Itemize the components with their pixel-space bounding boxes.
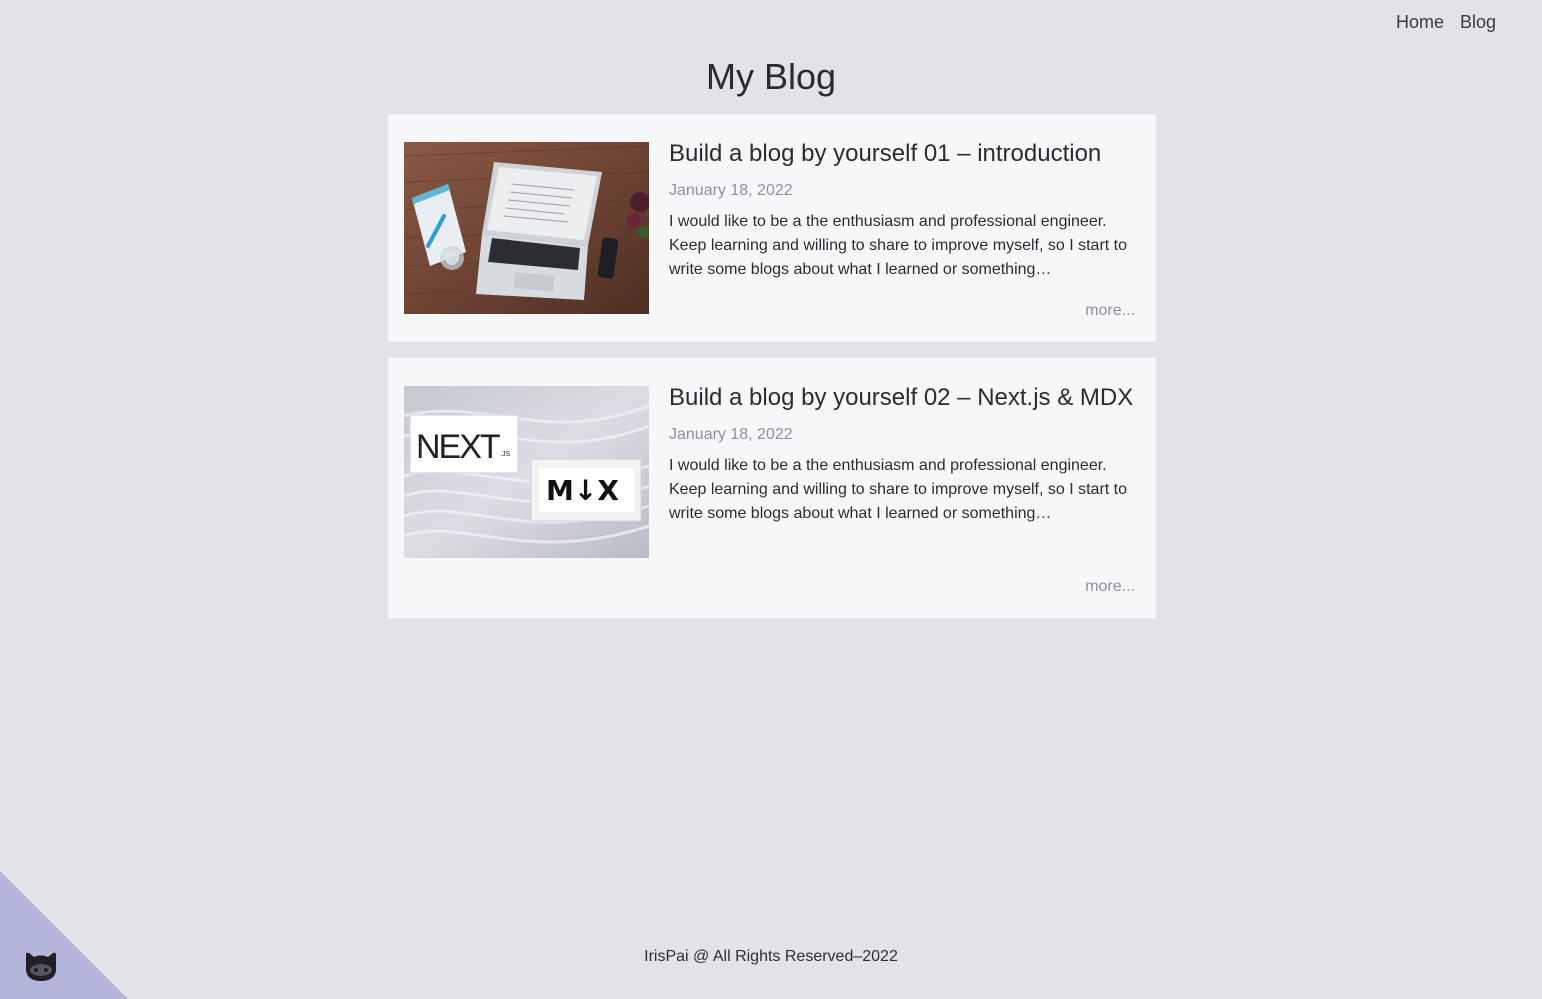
post-date: January 18, 2022 [669,182,793,199]
post-title[interactable]: Build a blog by yourself 01 – introducti… [669,138,1137,170]
post-body: Build a blog by yourself 01 – introducti… [669,138,1137,282]
nextjs-mdx-logos: NEXT .JS M↓X [404,386,649,558]
post-card: NEXT .JS M↓X Build a blog by yourself 02… [388,358,1156,618]
post-body: Build a blog by yourself 02 – Next.js & … [669,382,1137,526]
laptop-desk-photo [404,142,649,314]
post-date: January 18, 2022 [669,426,793,443]
post-thumbnail[interactable] [404,142,649,314]
nextjs-logo-suffix: .JS [500,451,510,458]
post-excerpt: I would like to be a the enthusiasm and … [669,213,1127,278]
read-more-link[interactable]: more... [1085,302,1135,320]
post-title[interactable]: Build a blog by yourself 02 – Next.js & … [669,382,1137,414]
post-card: Build a blog by yourself 01 – introducti… [388,114,1156,342]
nav-blog-link[interactable]: Blog [1460,12,1496,33]
top-nav: Home Blog [1396,12,1496,33]
page-title: My Blog [705,56,837,97]
github-octocat-icon [0,871,128,999]
read-more-link[interactable]: more... [1085,578,1135,596]
post-excerpt: I would like to be a the enthusiasm and … [669,457,1127,522]
footer-copyright: IrisPai @ All Rights Reserved–2022 [644,948,898,965]
nav-home-link[interactable]: Home [1396,12,1444,33]
post-thumbnail[interactable]: NEXT .JS M↓X [404,386,649,558]
github-corner-link[interactable] [0,871,128,999]
mdx-logo-text: M↓X [546,474,619,507]
nextjs-logo-text: NEXT [416,428,500,466]
